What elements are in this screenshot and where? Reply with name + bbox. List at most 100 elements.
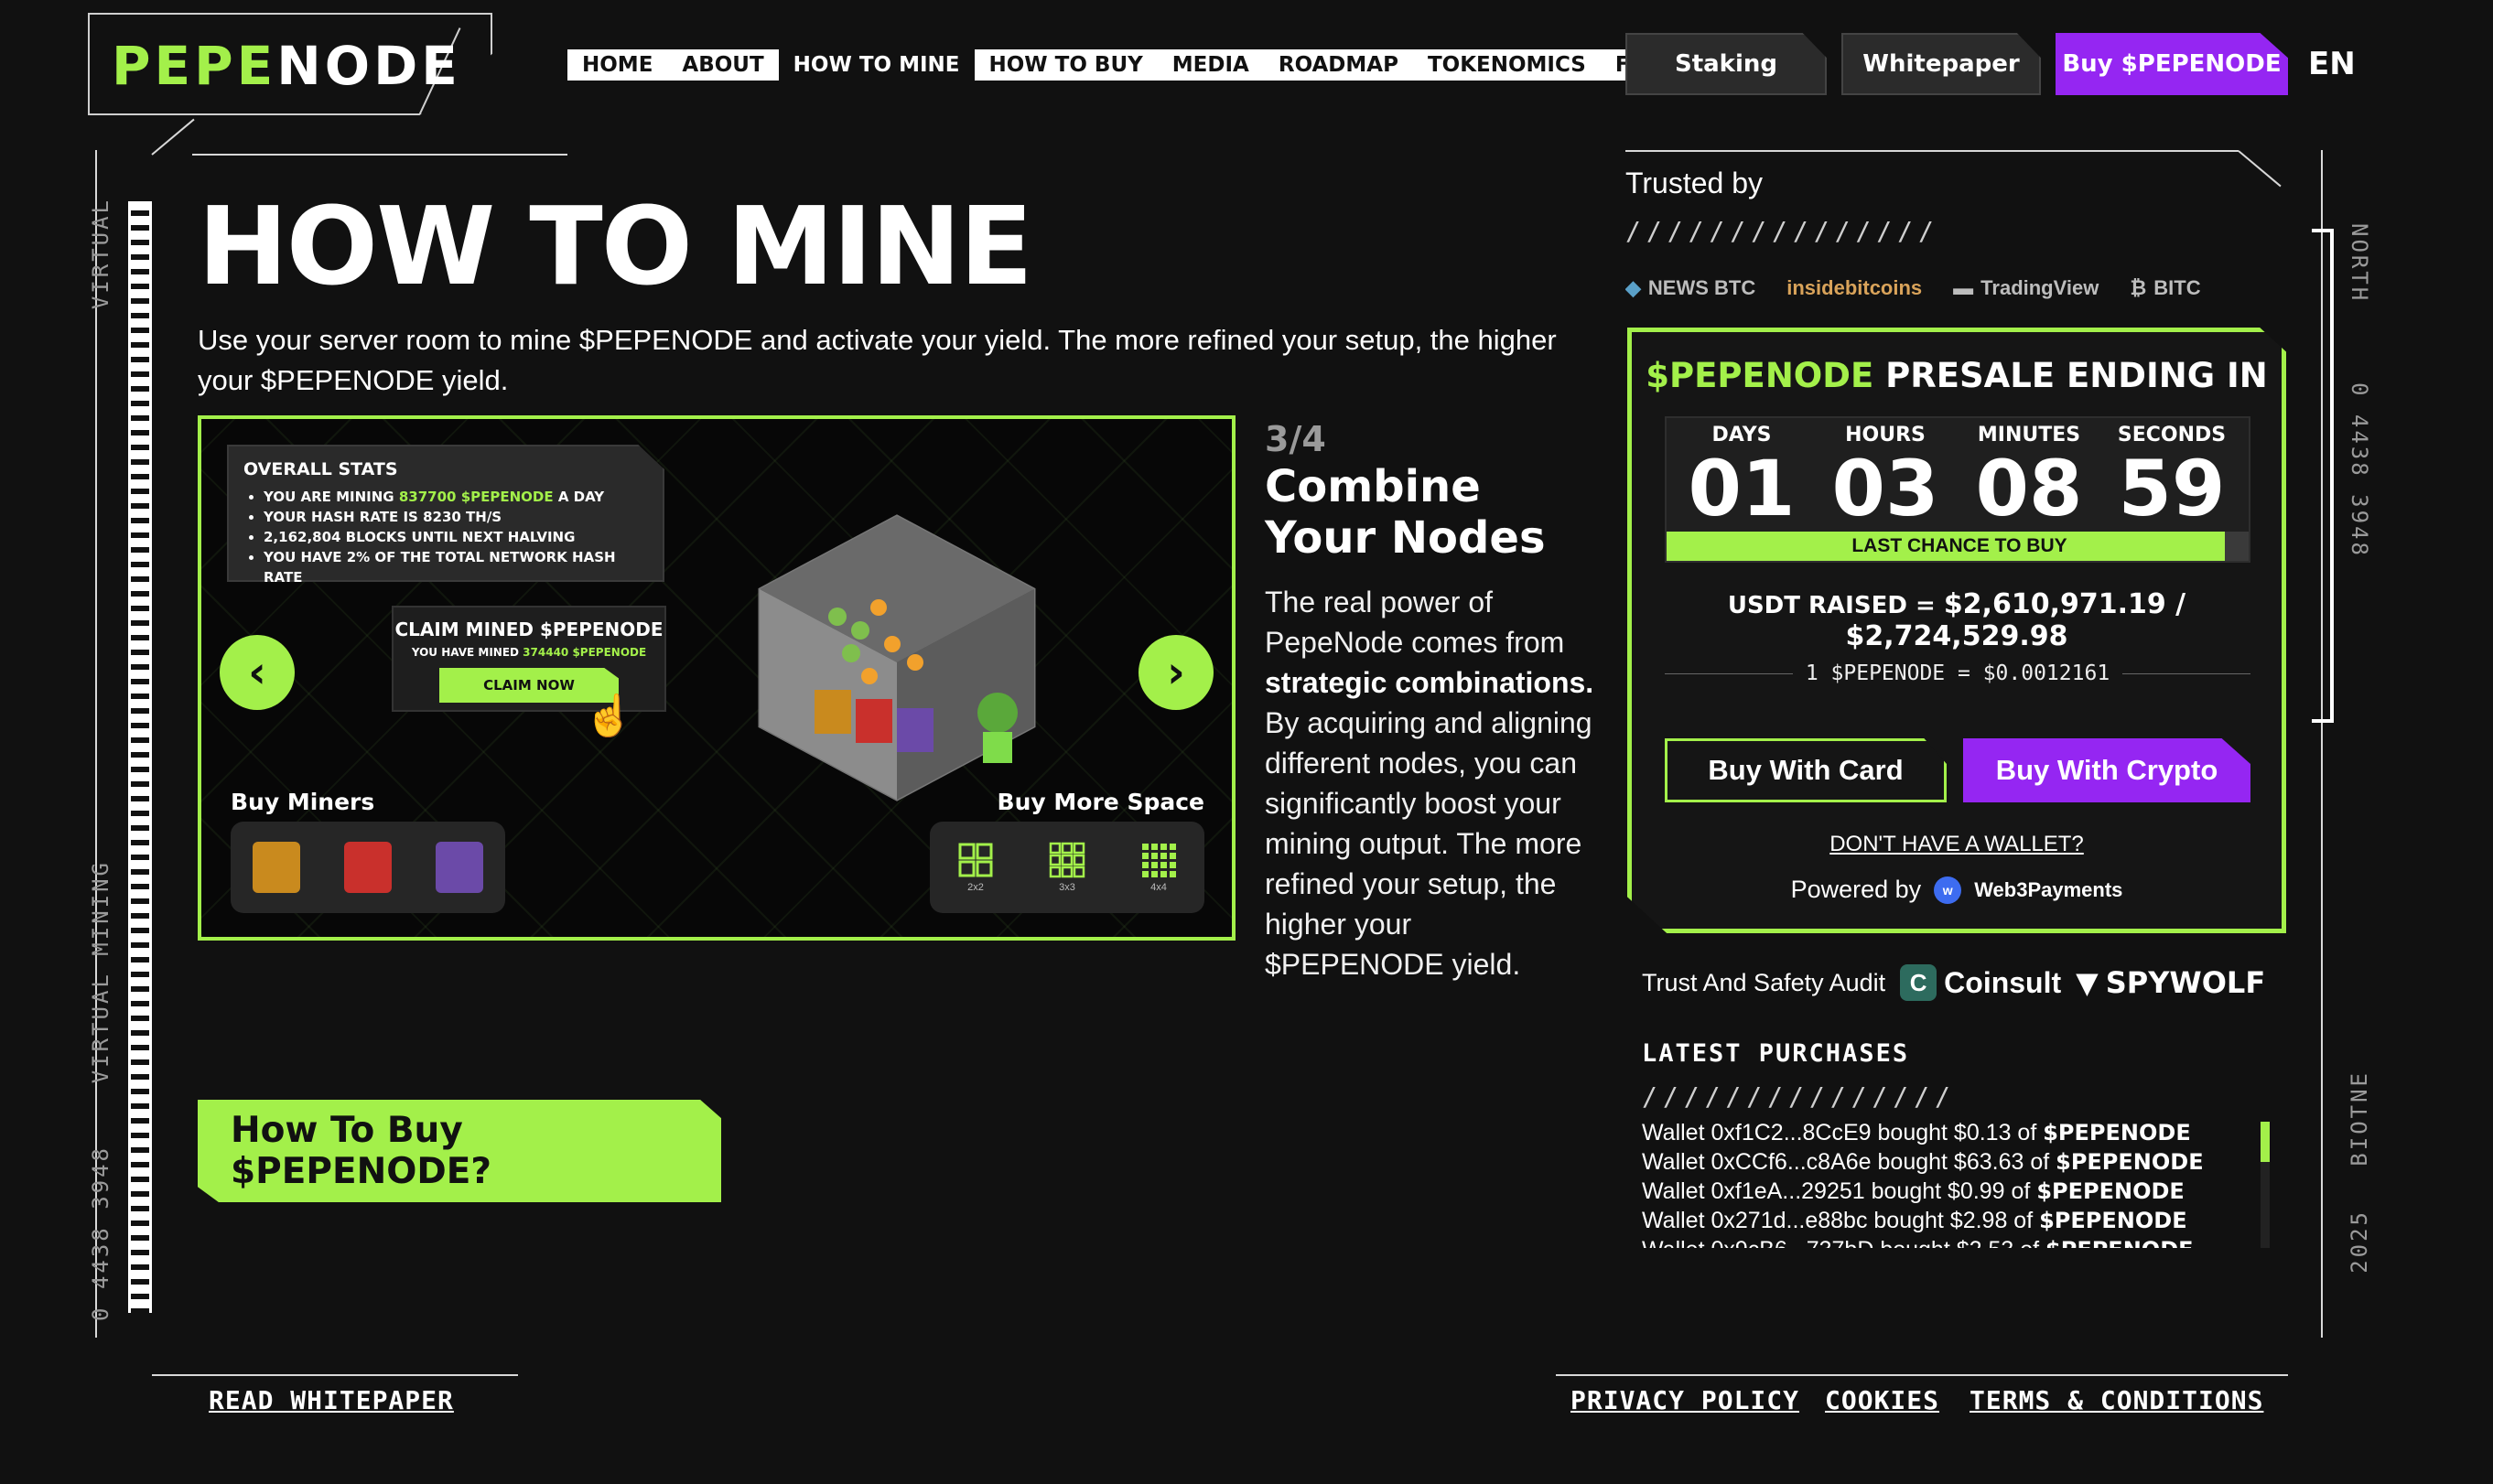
purchase-scroll-thumb[interactable] <box>2261 1122 2270 1162</box>
bitcoin-icon: ₿ <box>2130 276 2147 299</box>
presale-widget: $PEPENODE PRESALE ENDING IN DAYS 01 HOUR… <box>1627 328 2286 933</box>
carousel-prev-button[interactable]: ‹ <box>220 635 295 710</box>
terms-link[interactable]: TERMS & CONDITIONS <box>1970 1385 2263 1415</box>
buy-pepenode-button[interactable]: Buy $PEPENODE <box>2056 33 2288 95</box>
buy-with-crypto-button[interactable]: Buy With Crypto <box>1963 738 2250 802</box>
spywolf-badge[interactable]: ▼ SPYWOLF <box>2076 965 2265 1000</box>
latest-purchases-title: LATEST PURCHASES <box>1642 1039 1910 1068</box>
side-label-north: NORTH <box>2347 223 2372 304</box>
side-label-right-code: 0 4438 3948 <box>2347 382 2372 558</box>
claim-subtitle: YOU HAVE MINED 374440 $PEPENODE <box>411 646 647 659</box>
side-label-left-code: 0 4438 3948 <box>88 1145 113 1321</box>
frame-corner-tl <box>151 118 195 156</box>
nav-home[interactable]: HOME <box>567 49 668 81</box>
claim-title: CLAIM MINED $PEPENODE <box>394 618 664 640</box>
frame-bottom-left-line <box>152 1374 518 1376</box>
trusted-slashes: /////////////// <box>1625 216 1939 246</box>
grid-4x4-icon <box>1142 844 1176 877</box>
language-selector[interactable]: EN <box>2308 46 2356 82</box>
grid-2x2-icon <box>958 843 993 877</box>
logo[interactable]: PEPENODE <box>112 35 461 97</box>
stat-network-share: YOU HAVE 2% OF THE TOTAL NETWORK HASH RA… <box>264 547 648 582</box>
step-body: The real power of PepeNode comes from st… <box>1265 586 1594 981</box>
buy-miners-label: Buy Miners <box>231 789 375 815</box>
privacy-policy-link[interactable]: PRIVACY POLICY <box>1570 1385 1799 1415</box>
buy-with-card-button[interactable]: Buy With Card <box>1665 738 1947 802</box>
usdt-raised: USDT RAISED = $2,610,971.19 / $2,724,529… <box>1727 588 2186 652</box>
purchase-scrollbar[interactable] <box>2261 1122 2270 1248</box>
coinsult-badge[interactable]: C Coinsult <box>1900 964 2061 1001</box>
frame-top-right-line <box>1625 150 2239 152</box>
purchase-item: Wallet 0x271d...e88bc bought $2.98 of $P… <box>1642 1208 2187 1233</box>
stats-title: OVERALL STATS <box>243 459 398 479</box>
step-number: 3/4 <box>1265 419 1326 459</box>
right-bracket-decoration <box>2312 229 2334 723</box>
newsbtc-icon: ◆ <box>1625 276 1641 299</box>
game-preview: OVERALL STATS YOU ARE MINING 837700 $PEP… <box>198 415 1236 941</box>
space-option-4x4[interactable]: 4x4 <box>1140 842 1177 893</box>
token-price: 1 $PEPENODE = $0.0012161 <box>1665 661 2250 685</box>
stat-hash-rate: YOUR HASH RATE IS 8230 TH/S <box>264 507 648 527</box>
partner-tradingview[interactable]: ▬ TradingView <box>1953 276 2099 300</box>
no-wallet-link[interactable]: DON'T HAVE A WALLET? <box>1632 832 2282 857</box>
nav-tokenomics[interactable]: TOKENOMICS <box>1412 49 1601 81</box>
lead-text: Use your server room to mine $PEPENODE a… <box>198 324 1557 396</box>
miner-red[interactable] <box>344 842 392 893</box>
miner-gold[interactable] <box>253 842 300 893</box>
miner-purple[interactable] <box>436 842 483 893</box>
side-label-virtual: VIRTUAL <box>88 198 113 310</box>
countdown-hours: HOURS 03 <box>1831 424 1939 533</box>
countdown-minutes: MINUTES 08 <box>1975 424 2083 533</box>
main-nav: HOME ABOUT HOW TO MINE HOW TO BUY MEDIA … <box>567 49 1691 81</box>
price-rule-right <box>2122 672 2250 674</box>
grid-3x3-icon <box>1049 842 1085 878</box>
nav-roadmap[interactable]: ROADMAP <box>1263 49 1413 81</box>
nav-media[interactable]: MEDIA <box>1157 49 1264 81</box>
purchase-item: Wallet 0xCCf6...c8A6e bought $63.63 of $… <box>1642 1149 2204 1175</box>
web3payments-icon: w <box>1934 876 1962 904</box>
purchase-item: Wallet 0xf1eA...29251 bought $0.99 of $P… <box>1642 1178 2185 1204</box>
step-title: Combine Your Nodes <box>1265 461 1546 564</box>
nav-about[interactable]: ABOUT <box>667 49 779 81</box>
purchase-list: Wallet 0xf1C2...8CcE9 bought $0.13 of $P… <box>1642 1118 2228 1248</box>
buy-space-label: Buy More Space <box>997 789 1204 815</box>
logo-node: NODE <box>276 35 461 97</box>
audit-label: Trust And Safety Audit <box>1642 968 1886 996</box>
how-to-buy-button[interactable]: How To Buy $PEPENODE? <box>198 1100 721 1202</box>
frame-bottom-right-line <box>1556 1374 2288 1376</box>
side-label-virtual-mining: VIRTUAL MINING <box>88 860 113 1084</box>
whitepaper-button[interactable]: Whitepaper <box>1841 33 2041 95</box>
space-tray: 2x2 3x3 4x4 <box>930 822 1204 913</box>
space-option-3x3[interactable]: 3x3 <box>1049 842 1085 893</box>
partner-bitcoin[interactable]: ₿ BITC <box>2130 276 2200 300</box>
stat-blocks: 2,162,804 BLOCKS UNTIL NEXT HALVING <box>264 527 648 547</box>
space-option-2x2[interactable]: 2x2 <box>957 842 994 893</box>
read-whitepaper-link[interactable]: READ WHITEPAPER <box>209 1385 454 1415</box>
partner-newsbtc[interactable]: ◆ NEWS BTC <box>1625 276 1755 300</box>
latest-slashes: /////////////// <box>1642 1081 1956 1112</box>
audit-row: Trust And Safety Audit C Coinsult ▼ SPYWOL… <box>1642 964 2265 1001</box>
pointer-hand-icon: ☝ <box>584 694 634 738</box>
frame-top-left-line <box>192 154 567 156</box>
countdown-days: DAYS 01 <box>1688 424 1796 533</box>
staking-button[interactable]: Staking <box>1625 33 1827 95</box>
cookies-link[interactable]: COOKIES <box>1825 1385 1939 1415</box>
tradingview-icon: ▬ <box>1953 276 1974 299</box>
carousel-next-button[interactable]: › <box>1139 635 1214 710</box>
coinsult-icon: C <box>1900 964 1937 1001</box>
page-title: HOW TO MINE <box>198 183 1033 309</box>
miners-tray <box>231 822 505 913</box>
price-rule-left <box>1665 672 1793 674</box>
stat-mining: YOU ARE MINING 837700 $PEPENODE A DAY <box>264 487 648 507</box>
nav-how-to-mine[interactable]: HOW TO MINE <box>778 49 975 81</box>
countdown-seconds: SECONDS 59 <box>2117 424 2227 533</box>
nav-how-to-buy[interactable]: HOW TO BUY <box>974 49 1158 81</box>
logo-pepe: PEPE <box>112 35 277 97</box>
partner-logos: ◆ NEWS BTC insidebitcoins ▬ TradingView ₿ B… <box>1625 265 2290 311</box>
wolf-icon: ▼ <box>2076 965 2099 1000</box>
partner-insidebitcoins[interactable]: insidebitcoins <box>1786 276 1922 300</box>
server-room-illustration <box>758 514 1036 801</box>
frame-corner-tr <box>2238 150 2282 188</box>
overall-stats-panel: OVERALL STATS YOU ARE MINING 837700 $PEP… <box>227 445 664 582</box>
trusted-by-label: Trusted by <box>1625 167 1763 199</box>
